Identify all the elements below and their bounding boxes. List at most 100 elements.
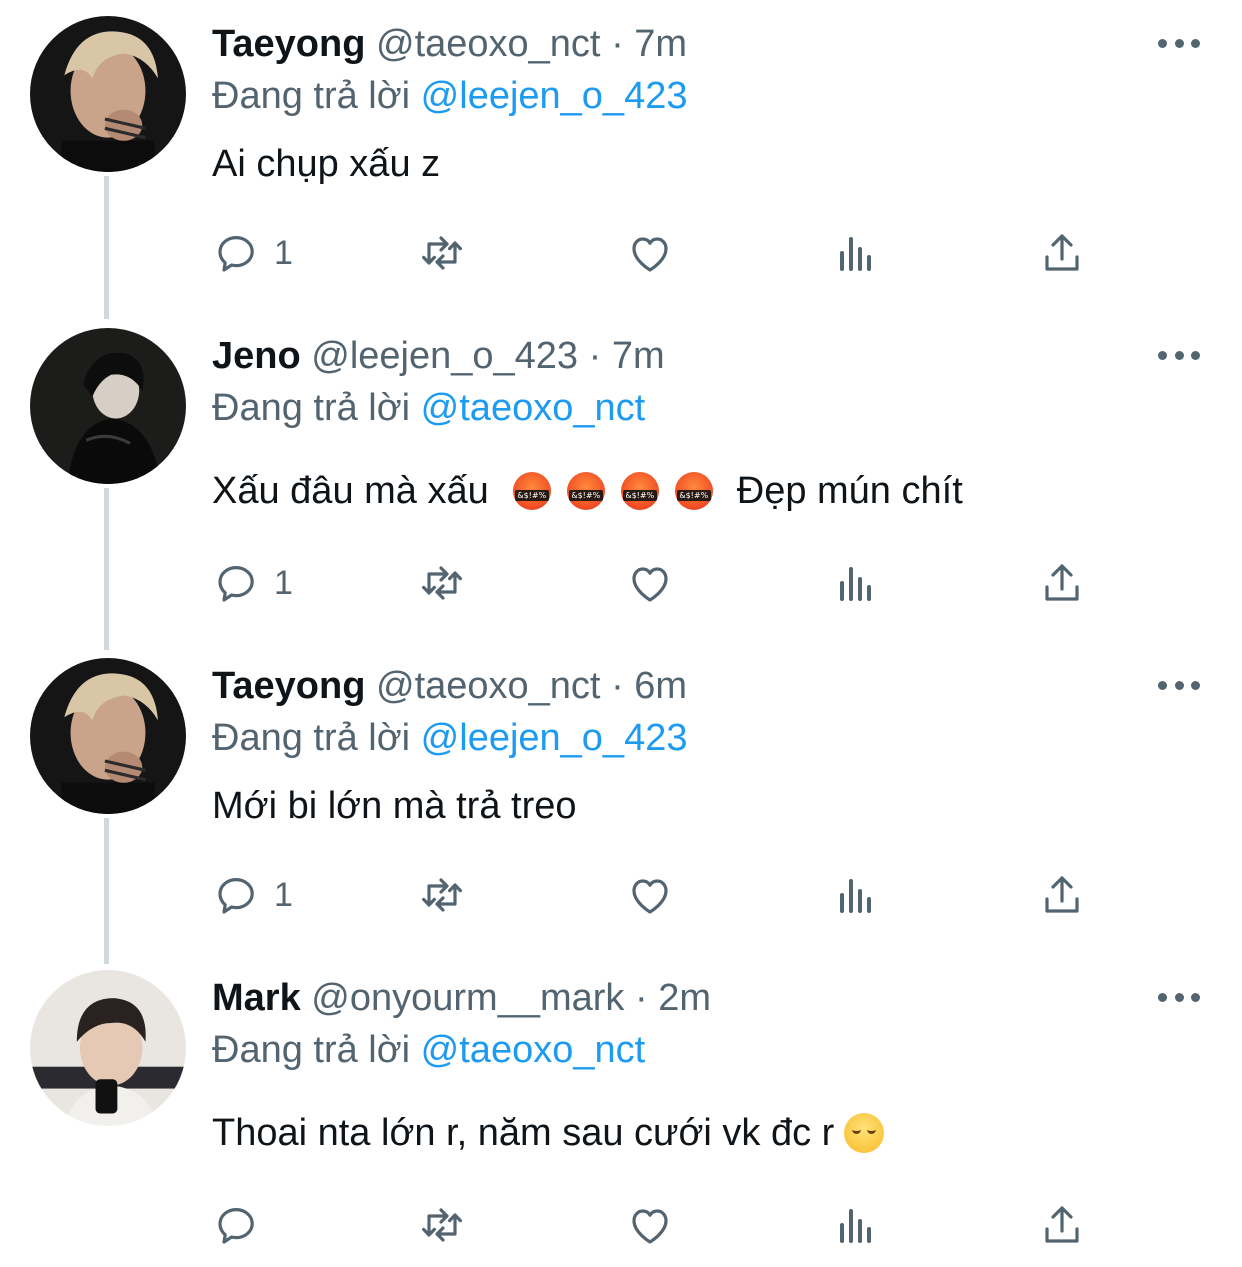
- like-icon: [632, 1209, 668, 1244]
- share-button[interactable]: [1038, 870, 1086, 920]
- timestamp[interactable]: 7m: [612, 335, 665, 377]
- mention-link[interactable]: @leejen_o_423: [421, 75, 688, 117]
- avatar[interactable]: [30, 328, 186, 484]
- views-icon: [840, 237, 871, 271]
- face-with-symbols-emoji: [620, 472, 659, 510]
- mention-link[interactable]: @taeoxo_nct: [421, 387, 646, 429]
- mention-link[interactable]: @taeoxo_nct: [421, 1029, 646, 1071]
- display-name[interactable]: Jeno: [212, 335, 301, 377]
- display-name[interactable]: Taeyong: [212, 23, 365, 65]
- face-with-symbols-emoji: [512, 472, 551, 510]
- views-button[interactable]: [832, 870, 880, 920]
- tweet-text-content: Mới bi lớn mà trả treo: [212, 785, 577, 827]
- retweet-icon: [422, 566, 462, 600]
- like-icon: [632, 237, 668, 272]
- reply-button[interactable]: 1: [212, 870, 293, 920]
- reply-icon: [218, 566, 254, 602]
- user-handle[interactable]: @taeoxo_nct: [376, 665, 601, 707]
- timestamp[interactable]: 6m: [634, 665, 687, 707]
- share-button[interactable]: [1038, 1200, 1086, 1250]
- separator-dot: ·: [588, 335, 602, 377]
- tweet-text: Thoai nta lớn r, năm sau cưới vk đc r: [212, 1111, 885, 1155]
- tweet[interactable]: Taeyong @taeoxo_nct · 6m Đang trả lời @l…: [0, 642, 1242, 954]
- tweet-text-content: Xấu đâu mà xấu: [212, 470, 489, 512]
- share-icon: [1045, 1206, 1079, 1243]
- views-button[interactable]: [832, 228, 880, 278]
- reply-count: 1: [274, 875, 293, 914]
- share-button[interactable]: [1038, 558, 1086, 608]
- avatar[interactable]: [30, 16, 186, 172]
- replying-to-label: Đang trả lời: [212, 717, 411, 759]
- separator-dot: ·: [634, 977, 648, 1019]
- relieved-face-emoji: [844, 1113, 885, 1153]
- replying-to: Đang trả lời @taeoxo_nct: [212, 1028, 645, 1072]
- tweet-text-content: Thoai nta lớn r, năm sau cưới vk đc r: [212, 1112, 835, 1154]
- reply-count: 1: [274, 233, 293, 272]
- tweet-header: Taeyong @taeoxo_nct · 7m: [212, 22, 687, 66]
- views-button[interactable]: [832, 558, 880, 608]
- jeno-avatar: [30, 328, 186, 484]
- face-with-symbols-emoji: [674, 472, 713, 510]
- action-bar: 1: [0, 558, 1242, 608]
- replying-to-label: Đang trả lời: [212, 75, 411, 117]
- views-icon: [840, 567, 871, 601]
- share-icon: [1045, 234, 1079, 271]
- tweet[interactable]: Taeyong @taeoxo_nct · 7m Đang trả lời @l…: [0, 0, 1242, 320]
- mark-avatar: [30, 970, 186, 1126]
- timestamp[interactable]: 2m: [658, 977, 711, 1019]
- reply-button[interactable]: [212, 1200, 274, 1250]
- views-button[interactable]: [832, 1200, 880, 1250]
- retweet-icon: [422, 878, 462, 912]
- tweet-header: Jeno @leejen_o_423 · 7m: [212, 334, 665, 378]
- like-button[interactable]: [626, 558, 674, 608]
- like-button[interactable]: [626, 1200, 674, 1250]
- separator-dot: ·: [611, 23, 624, 65]
- tweet-text: Xấu đâu mà xấu Đẹp mún chít: [212, 469, 963, 513]
- retweet-button[interactable]: [418, 870, 466, 920]
- more-options-icon[interactable]: [1158, 991, 1200, 1003]
- views-icon: [840, 1209, 871, 1243]
- replying-to: Đang trả lời @taeoxo_nct: [212, 386, 645, 430]
- retweet-icon: [422, 236, 462, 270]
- like-icon: [632, 567, 668, 602]
- action-bar: 1: [0, 228, 1242, 278]
- taeyong-avatar: [30, 658, 186, 814]
- timestamp[interactable]: 7m: [634, 23, 687, 65]
- reply-count: 1: [274, 563, 293, 602]
- more-options-icon[interactable]: [1158, 37, 1200, 49]
- tweet-header: Taeyong @taeoxo_nct · 6m: [212, 664, 687, 708]
- tweet[interactable]: Mark @onyourm__mark · 2m Đang trả lời @t…: [0, 954, 1242, 1267]
- user-handle[interactable]: @leejen_o_423: [311, 335, 578, 377]
- reply-button[interactable]: 1: [212, 228, 293, 278]
- tweet-text-content: Ai chụp xấu z: [212, 143, 441, 185]
- mention-link[interactable]: @leejen_o_423: [421, 717, 688, 759]
- like-button[interactable]: [626, 870, 674, 920]
- action-bar: [0, 1200, 1242, 1250]
- reply-icon: [218, 1208, 254, 1244]
- replying-to: Đang trả lời @leejen_o_423: [212, 716, 687, 760]
- reply-icon: [218, 878, 254, 914]
- tweet-header: Mark @onyourm__mark · 2m: [212, 976, 711, 1020]
- tweet-text-content-after: Đẹp mún chít: [736, 470, 963, 512]
- more-options-icon[interactable]: [1158, 679, 1200, 691]
- views-icon: [840, 879, 871, 913]
- retweet-button[interactable]: [418, 558, 466, 608]
- reply-button[interactable]: 1: [212, 558, 293, 608]
- like-button[interactable]: [626, 228, 674, 278]
- user-handle[interactable]: @onyourm__mark: [311, 977, 624, 1019]
- replying-to: Đang trả lời @leejen_o_423: [212, 74, 687, 118]
- retweet-button[interactable]: [418, 1200, 466, 1250]
- tweet[interactable]: Jeno @leejen_o_423 · 7m Đang trả lời @ta…: [0, 312, 1242, 642]
- avatar[interactable]: [30, 658, 186, 814]
- separator-dot: ·: [611, 665, 624, 707]
- replying-to-label: Đang trả lời: [212, 1029, 411, 1071]
- more-options-icon[interactable]: [1158, 349, 1200, 361]
- reply-icon: [218, 236, 254, 272]
- face-with-symbols-emoji: [566, 472, 605, 510]
- display-name[interactable]: Taeyong: [212, 665, 365, 707]
- avatar[interactable]: [30, 970, 186, 1126]
- retweet-button[interactable]: [418, 228, 466, 278]
- display-name[interactable]: Mark: [212, 977, 301, 1019]
- share-button[interactable]: [1038, 228, 1086, 278]
- user-handle[interactable]: @taeoxo_nct: [376, 23, 601, 65]
